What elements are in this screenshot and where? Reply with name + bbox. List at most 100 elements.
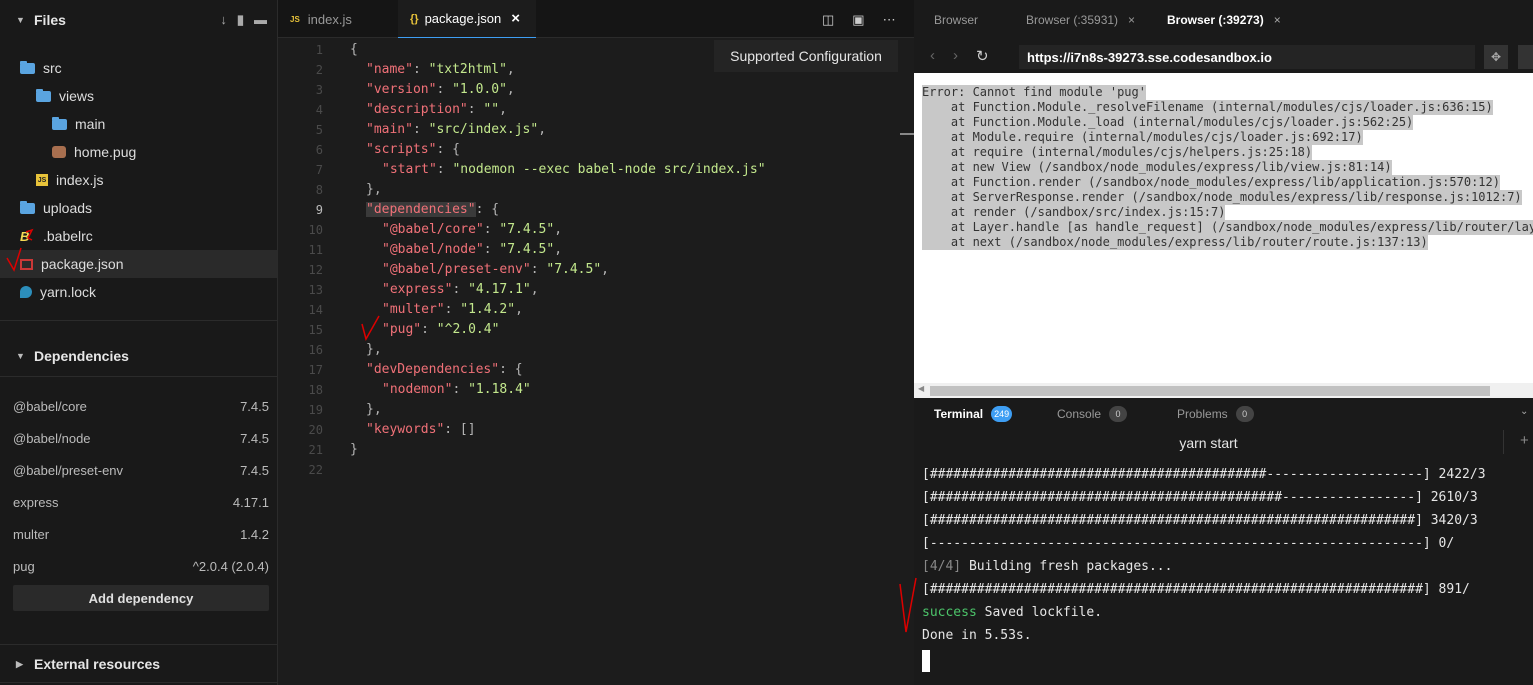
- tree-item-yarn-lock[interactable]: yarn.lock: [0, 278, 277, 306]
- dependency-version: 7.4.5: [240, 462, 269, 478]
- json-key: "main": [366, 122, 413, 137]
- tree-item-label: views: [59, 88, 95, 104]
- scrollbar-marker[interactable]: [900, 133, 914, 135]
- tab-label: Browser (:39273): [1167, 13, 1264, 27]
- code-punctuation: :: [530, 262, 547, 277]
- dependency-version: 7.4.5: [240, 398, 269, 414]
- code-token: {: [350, 42, 358, 57]
- tab-browser-39273[interactable]: Browser (:39273) ×: [1167, 0, 1281, 40]
- code-line: "scripts": {: [366, 140, 460, 160]
- code-punctuation: ,: [538, 122, 547, 137]
- code-punctuation: : {: [475, 202, 500, 217]
- address-bar[interactable]: https://i7n8s-39273.sse.codesandbox.io: [1019, 45, 1475, 69]
- terminal-cursor[interactable]: [922, 650, 930, 672]
- line-number: 1: [315, 43, 323, 57]
- tab-terminal[interactable]: Terminal 249: [934, 403, 1013, 425]
- code-line: "description": "",: [366, 100, 507, 120]
- external-resources-header[interactable]: ▶ External resources: [0, 645, 277, 683]
- line-number: 17: [308, 363, 323, 377]
- dependency-row[interactable]: pug ^2.0.4 (2.0.4): [13, 554, 269, 578]
- tree-item-home-pug[interactable]: home.pug: [0, 138, 277, 166]
- preview-icon[interactable]: ▣: [852, 12, 864, 28]
- open-new-window-icon[interactable]: [1518, 45, 1533, 69]
- terminal-line: [4/4] Building fresh packages...: [922, 556, 1172, 578]
- dependency-version: 1.4.2: [240, 526, 269, 542]
- code-token: },: [366, 342, 382, 357]
- dependency-version: ^2.0.4 (2.0.4): [192, 558, 269, 574]
- code-editor: JS index.js {} package.json × ◫ ▣ ⋯ Supp…: [278, 0, 914, 685]
- more-options-icon[interactable]: ⋯: [883, 12, 896, 28]
- terminal-line: [#######################################…: [922, 490, 1478, 505]
- dependency-row[interactable]: @babel/node 7.4.5: [13, 426, 269, 450]
- dependency-row[interactable]: @babel/core 7.4.5: [13, 394, 269, 418]
- tree-item-babelrc[interactable]: B .babelrc: [0, 222, 277, 250]
- line-number: 14: [308, 303, 323, 317]
- new-file-icon[interactable]: ▮: [237, 12, 244, 28]
- handwritten-check-mark: [6, 228, 34, 272]
- back-arrow-icon[interactable]: ‹: [930, 47, 935, 65]
- tree-item-main[interactable]: main: [0, 110, 277, 138]
- error-line: at Function.Module._load (internal/modul…: [922, 115, 1414, 130]
- chevron-down-icon[interactable]: ⌄: [1520, 406, 1528, 417]
- split-view-icon[interactable]: ◫: [822, 12, 834, 28]
- tree-item-label: uploads: [43, 200, 93, 216]
- step-prefix: [4/4]: [922, 559, 962, 574]
- code-line: },: [366, 340, 382, 360]
- scrollbar-thumb[interactable]: [930, 386, 1490, 396]
- tree-item-views[interactable]: views: [0, 82, 277, 110]
- devtools-icon[interactable]: ✥: [1484, 45, 1508, 69]
- code-line: "pug": "^2.0.4": [382, 320, 499, 340]
- browser-preview[interactable]: Error: Cannot find module 'pug' at Funct…: [914, 73, 1533, 398]
- tab-package-json[interactable]: {} package.json ×: [398, 0, 536, 38]
- tree-item-uploads[interactable]: uploads: [0, 194, 277, 222]
- error-line: at render (/sandbox/src/index.js:15:7): [922, 205, 1226, 220]
- line-number: 10: [308, 223, 323, 237]
- add-terminal-icon[interactable]: +: [1520, 432, 1529, 449]
- dependency-name: pug: [13, 558, 35, 574]
- terminal-title[interactable]: yarn start: [914, 430, 1503, 456]
- dependency-row[interactable]: express 4.17.1: [13, 490, 269, 514]
- tab-index-js[interactable]: JS index.js: [278, 0, 398, 38]
- scroll-left-icon[interactable]: ◀: [918, 384, 924, 393]
- add-dependency-button[interactable]: Add dependency: [13, 585, 269, 611]
- tab-label: package.json: [424, 11, 502, 26]
- tab-console[interactable]: Console 0: [1057, 403, 1128, 425]
- dependencies-header[interactable]: ▼ Dependencies: [0, 337, 277, 375]
- chevron-down-icon: ▼: [16, 15, 25, 25]
- new-folder-icon[interactable]: ▬: [254, 12, 267, 28]
- download-icon[interactable]: ↓: [220, 12, 227, 28]
- code-punctuation: :: [421, 322, 437, 337]
- refresh-icon[interactable]: ↻: [976, 47, 989, 65]
- tab-problems[interactable]: Problems 0: [1177, 403, 1254, 425]
- tree-item-label: main: [75, 116, 106, 132]
- code-punctuation: :: [436, 162, 453, 177]
- horizontal-scrollbar[interactable]: ◀: [914, 383, 1533, 398]
- tree-item-src[interactable]: src: [0, 54, 277, 82]
- json-value: "^2.0.4": [436, 322, 500, 337]
- code-line: "@babel/core": "7.4.5",: [382, 220, 562, 240]
- line-number: 11: [308, 243, 323, 257]
- js-file-icon: JS: [36, 174, 48, 186]
- close-icon[interactable]: ×: [1128, 13, 1135, 27]
- code-punctuation: :: [436, 82, 453, 97]
- tab-label: Browser: [934, 13, 979, 27]
- tab-browser[interactable]: Browser: [934, 0, 978, 40]
- code-line: "@babel/preset-env": "7.4.5",: [382, 260, 609, 280]
- dependency-row[interactable]: multer 1.4.2: [13, 522, 269, 546]
- code-line: "devDependencies": {: [366, 360, 523, 380]
- chevron-down-icon: ▼: [16, 351, 25, 361]
- line-number: 18: [308, 383, 323, 397]
- dependency-row[interactable]: @babel/preset-env 7.4.5: [13, 458, 269, 482]
- line-number: 16: [308, 343, 323, 357]
- files-header[interactable]: ▼ Files ↓ ▮ ▬: [0, 1, 277, 39]
- forward-arrow-icon[interactable]: ›: [953, 47, 958, 65]
- tree-item-package-json[interactable]: package.json: [0, 250, 277, 278]
- code-punctuation: :: [467, 102, 484, 117]
- code-line: {: [350, 40, 358, 60]
- tree-item-index-js[interactable]: JS index.js: [0, 166, 277, 194]
- supported-configuration-tooltip[interactable]: Supported Configuration: [714, 40, 898, 72]
- close-icon[interactable]: ×: [511, 10, 520, 27]
- terminal-line: Done in 5.53s.: [922, 628, 1032, 643]
- close-icon[interactable]: ×: [1274, 13, 1281, 27]
- tab-browser-35931[interactable]: Browser (:35931) ×: [1026, 0, 1135, 40]
